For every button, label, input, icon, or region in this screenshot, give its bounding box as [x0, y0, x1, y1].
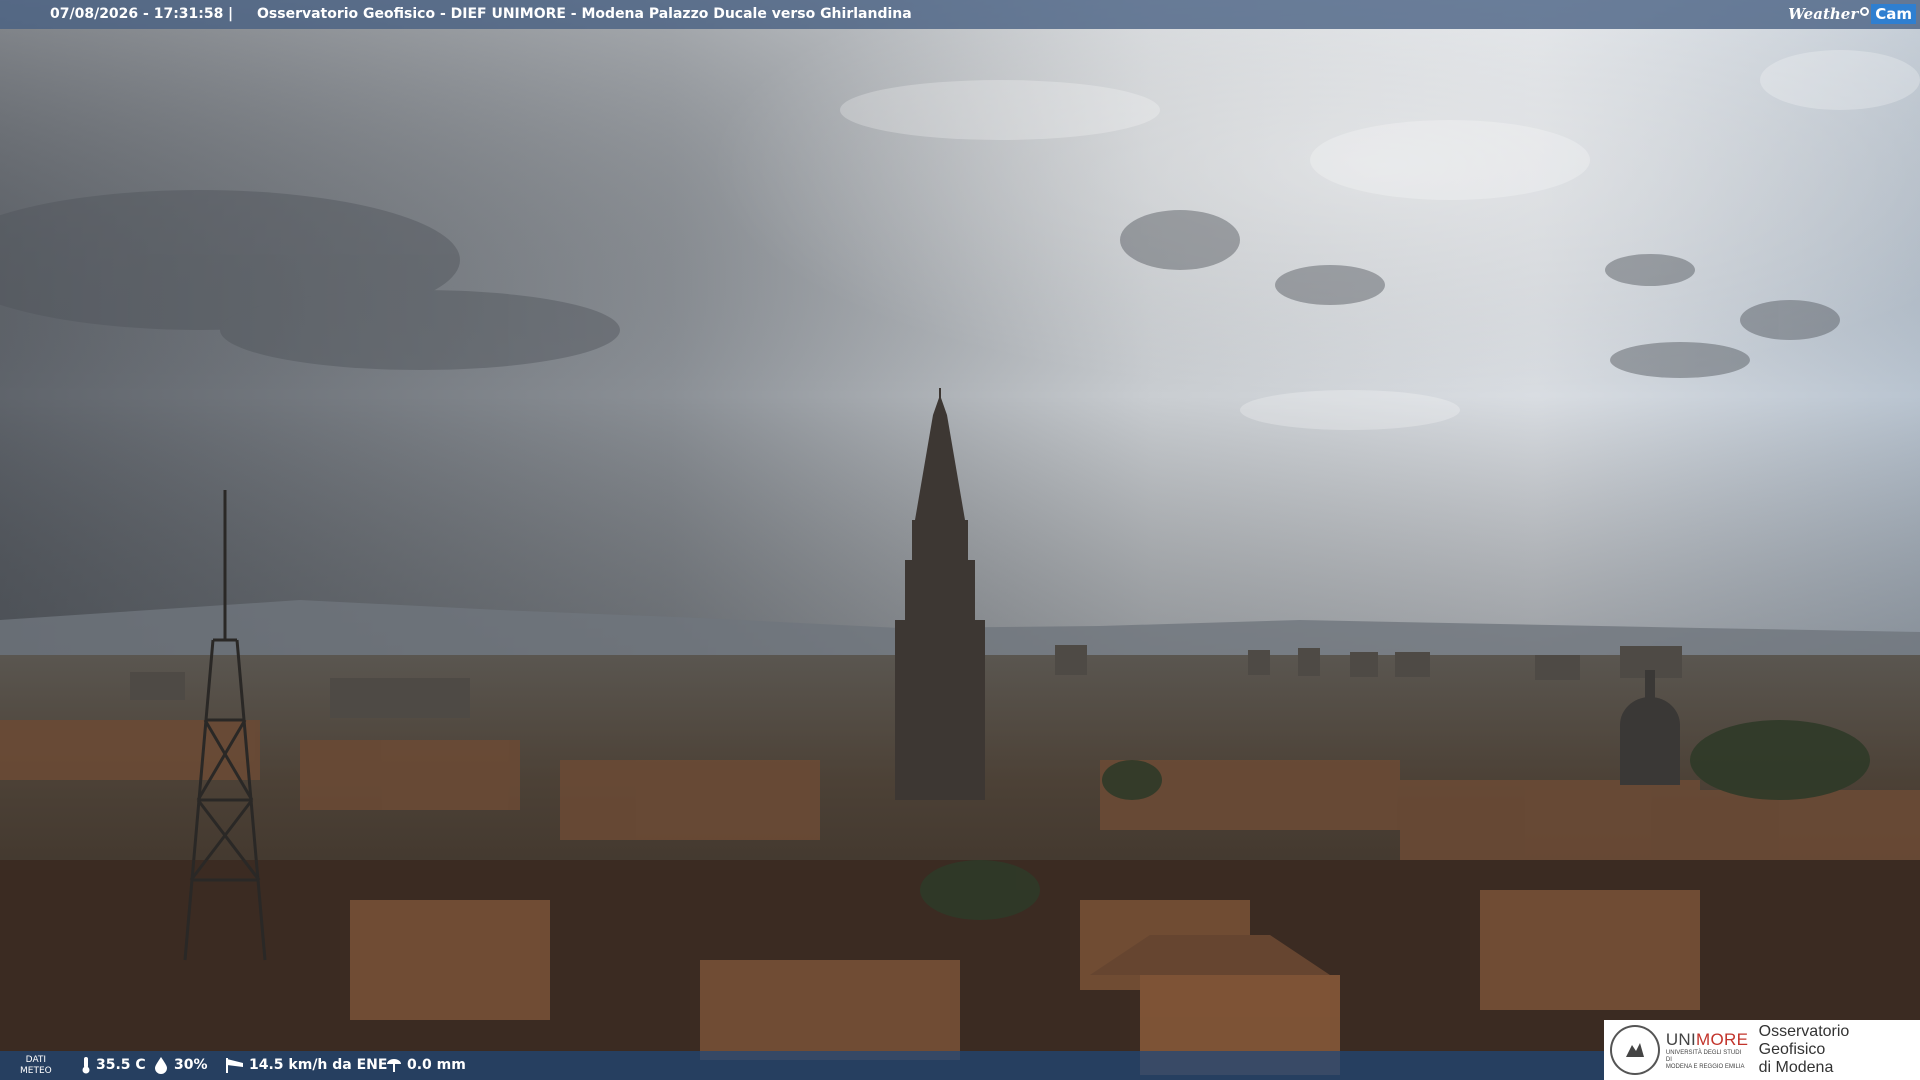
humidity-drop-icon	[155, 1057, 167, 1074]
university-seal-icon	[1610, 1025, 1660, 1075]
top-overlay-bar: 07/08/2026 - 17:31:58 | Osservatorio Geo…	[0, 0, 1920, 29]
weathercam-logo: Weather Cam	[1788, 3, 1916, 25]
timestamp: 07/08/2026 - 17:31:58	[50, 6, 224, 22]
brand-weather: Weather	[1788, 5, 1859, 23]
observatory-name: Osservatorio Geofisico di Modena	[1759, 1023, 1920, 1077]
weather-label-line1: DATI	[25, 1055, 47, 1065]
wind-reading: 14.5 km/h da ENE	[225, 1056, 387, 1074]
humidity-value: 30%	[174, 1057, 208, 1073]
unimore-logo-box: UNIMORE UNIVERSITÀ DEGLI STUDI DI MODENA…	[1604, 1020, 1920, 1080]
rain-value: 0.0 mm	[407, 1057, 466, 1073]
temperature-value: 35.5 C	[96, 1057, 146, 1073]
observatory-line2: di Modena	[1758, 1059, 1834, 1076]
thermometer-icon	[82, 1057, 90, 1074]
uni-sub2: MODENA E REGGIO EMILIA	[1665, 1063, 1745, 1070]
rain-reading: 0.0 mm	[385, 1056, 466, 1074]
unimore-wordmark: UNIMORE UNIVERSITÀ DEGLI STUDI DI MODENA…	[1666, 1030, 1749, 1071]
camera-title: Osservatorio Geofisico - DIEF UNIMORE - …	[257, 6, 912, 22]
wind-value: 14.5 km/h da ENE	[249, 1057, 388, 1073]
brand-cam: Cam	[1871, 4, 1916, 24]
weather-label-line2: METEO	[20, 1066, 52, 1076]
uni-suffix: MORE	[1696, 1029, 1749, 1049]
uni-prefix: UNI	[1665, 1029, 1697, 1049]
unimore-name: UNIMORE	[1666, 1030, 1749, 1050]
separator: |	[228, 6, 234, 22]
webcam-photo	[0, 0, 1920, 1080]
weather-label: DATI METEO	[20, 1055, 52, 1077]
brand-dot-icon	[1860, 6, 1870, 16]
observatory-line1: Osservatorio Geofisico	[1758, 1023, 1850, 1058]
wind-sock-icon	[226, 1058, 243, 1073]
rain-gauge-icon	[387, 1059, 401, 1072]
humidity-reading: 30%	[152, 1056, 208, 1074]
temperature-reading: 35.5 C	[80, 1056, 146, 1074]
uni-sub1: UNIVERSITÀ DEGLI STUDI DI	[1665, 1049, 1742, 1063]
